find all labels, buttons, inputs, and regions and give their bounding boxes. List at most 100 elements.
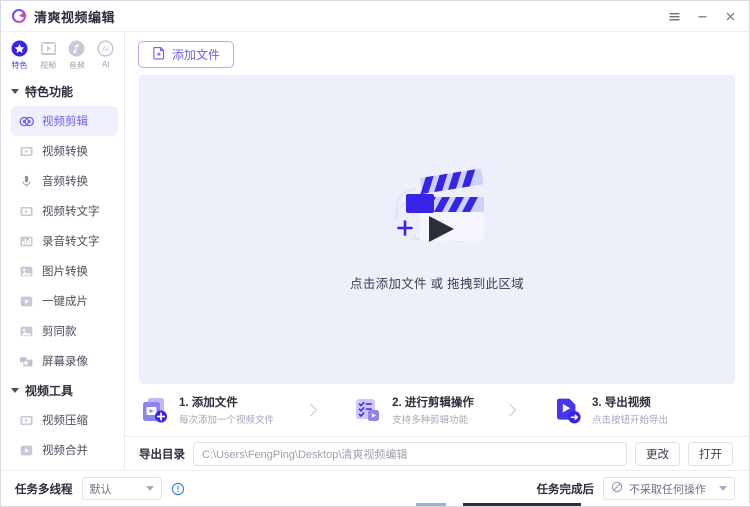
- step-export: 3. 导出视频 点击按钮开始导出: [552, 394, 668, 426]
- export-arrow-icon: [552, 395, 583, 426]
- open-directory-button[interactable]: 打开: [688, 441, 733, 466]
- sidebar-item-label: 音频转换: [42, 176, 88, 188]
- sidebar-item-video-compress[interactable]: 视频压缩: [11, 405, 118, 435]
- content-toolbar: 添加文件: [125, 32, 749, 75]
- thread-count-value: 默认: [89, 483, 112, 496]
- template-edit-icon: [19, 324, 34, 339]
- close-icon[interactable]: [717, 4, 743, 28]
- checklist-play-icon: [352, 395, 383, 426]
- main-body: 特色 视频 音频 Ai AI 特色功能 视频剪辑 视频转换 音频转换 视频转文字…: [1, 32, 749, 470]
- sidebar-nav: 特色功能 视频剪辑 视频转换 音频转换 视频转文字 录音转文字 图片转换 一键成…: [1, 77, 124, 470]
- content-area: 添加文件 点击添加文件 或 拖拽到此区域 1. 添加文件 每次添加一个视频文件 …: [125, 32, 749, 470]
- sliver-segment-b: [463, 503, 581, 506]
- category-tab-featured[interactable]: 特色: [5, 39, 33, 71]
- after-task-value: 不采取任何操作: [629, 483, 706, 496]
- chevron-right-icon: [474, 401, 552, 419]
- sidebar: 特色 视频 音频 Ai AI 特色功能 视频剪辑 视频转换 音频转换 视频转文字…: [1, 32, 125, 470]
- sidebar-item-video-merge[interactable]: 视频合并: [11, 435, 118, 465]
- file-dropzone[interactable]: 点击添加文件 或 拖拽到此区域: [139, 75, 735, 384]
- chevron-right-icon: [274, 401, 352, 419]
- sidebar-item-label: 剪同款: [42, 326, 77, 338]
- title-bar: 清爽视频编辑: [1, 1, 749, 32]
- step-text: 2. 进行剪辑操作 支持多种剪辑功能: [392, 394, 474, 426]
- add-document-icon: [152, 46, 166, 63]
- status-bar: 任务多线程 默认 任务完成后 不采取任何操作: [1, 470, 749, 506]
- image-convert-icon: [19, 264, 34, 279]
- sidebar-item-one-click-movie[interactable]: 一键成片: [11, 286, 118, 316]
- after-task-label: 任务完成后: [536, 483, 595, 496]
- step-title: 1. 添加文件: [179, 397, 238, 409]
- add-file-button-label: 添加文件: [172, 48, 221, 62]
- sidebar-group-header-video-tools[interactable]: 视频工具: [1, 376, 124, 405]
- sidebar-item-image-convert[interactable]: 图片转换: [11, 256, 118, 286]
- sidebar-item-template-edit[interactable]: 剪同款: [11, 316, 118, 346]
- svg-text:Ai: Ai: [102, 45, 109, 54]
- music-note-icon: [67, 39, 86, 58]
- step-subtitle: 支持多种剪辑功能: [392, 415, 469, 426]
- step-subtitle: 每次添加一个视频文件: [179, 415, 275, 426]
- sidebar-item-label: 录音转文字: [42, 236, 100, 248]
- window-controls: [661, 4, 743, 28]
- sidebar-item-video-to-text[interactable]: 视频转文字: [11, 196, 118, 226]
- category-tab-audio[interactable]: 音频: [63, 39, 91, 71]
- microphone-icon: [19, 174, 34, 189]
- step-title: 3. 导出视频: [591, 397, 651, 409]
- one-click-movie-icon: [19, 294, 34, 309]
- sidebar-group-header-featured[interactable]: 特色功能: [1, 77, 124, 106]
- app-logo-circle-icon: [11, 8, 27, 24]
- video-to-text-icon: [19, 204, 34, 219]
- caret-down-icon: [11, 89, 19, 94]
- sidebar-item-label: 图片转换: [42, 266, 88, 278]
- sidebar-item-audio-convert[interactable]: 音频转换: [11, 166, 118, 196]
- sidebar-item-audio-to-text[interactable]: 录音转文字: [11, 226, 118, 256]
- after-task-select[interactable]: 不采取任何操作: [603, 477, 735, 500]
- sidebar-item-label: 视频合并: [42, 445, 88, 457]
- step-subtitle: 点击按钮开始导出: [591, 415, 668, 426]
- category-tab-ai[interactable]: Ai AI: [92, 39, 120, 69]
- thread-count-select[interactable]: 默认: [81, 477, 162, 500]
- file-add-icon: [139, 395, 170, 426]
- sidebar-item-label: 一键成片: [42, 296, 88, 308]
- sidebar-item-label: 视频剪辑: [42, 116, 88, 128]
- video-convert-icon: [19, 144, 34, 159]
- sidebar-item-screen-record[interactable]: 屏幕录像: [11, 346, 118, 376]
- export-directory-row: 导出目录 C:\Users\FengPing\Desktop\清爽视频编辑 更改…: [125, 436, 749, 470]
- add-file-button[interactable]: 添加文件: [138, 41, 235, 68]
- category-tab-label: 特色: [11, 61, 28, 70]
- video-edit-icon: [19, 114, 34, 129]
- offscreen-taskbar-sliver: [1, 503, 750, 506]
- sidebar-item-label: 视频转文字: [42, 206, 100, 218]
- change-directory-button[interactable]: 更改: [635, 441, 680, 466]
- audio-to-text-icon: [19, 234, 34, 249]
- info-circle-icon[interactable]: [171, 482, 185, 496]
- video-compress-icon: [19, 413, 34, 428]
- chevron-down-icon: [145, 486, 154, 491]
- dropzone-hint: 点击添加文件 或 拖拽到此区域: [350, 277, 524, 291]
- category-tab-label: 视频: [40, 61, 57, 70]
- chevron-down-icon: [719, 486, 727, 491]
- sidebar-group-title: 视频工具: [25, 384, 74, 398]
- export-path-input[interactable]: C:\Users\FengPing\Desktop\清爽视频编辑: [193, 441, 627, 466]
- sidebar-group-title: 特色功能: [25, 85, 74, 99]
- sidebar-item-video-edit[interactable]: 视频剪辑: [11, 106, 118, 136]
- screen-record-icon: [19, 354, 34, 369]
- sidebar-item-video-convert[interactable]: 视频转换: [11, 136, 118, 166]
- menu-icon[interactable]: [661, 4, 687, 28]
- category-tab-label: AI: [101, 60, 110, 69]
- sidebar-item-label: 视频转换: [42, 146, 88, 158]
- thread-count-label: 任务多线程: [15, 483, 73, 496]
- star-badge-icon: [10, 39, 29, 58]
- film-strip-icon: [39, 39, 58, 58]
- step-add-file: 1. 添加文件 每次添加一个视频文件: [139, 394, 274, 426]
- step-text: 3. 导出视频 点击按钮开始导出: [592, 394, 668, 426]
- step-edit: 2. 进行剪辑操作 支持多种剪辑功能: [352, 394, 474, 426]
- step-text: 1. 添加文件 每次添加一个视频文件: [179, 394, 274, 426]
- video-merge-icon: [19, 443, 34, 458]
- category-tab-video[interactable]: 视频: [34, 39, 62, 71]
- sidebar-item-label: 视频压缩: [42, 415, 88, 427]
- minimize-icon[interactable]: [689, 4, 715, 28]
- app-title: 清爽视频编辑: [34, 9, 116, 25]
- sidebar-item-label: 屏幕录像: [42, 356, 88, 368]
- sliver-segment-a: [416, 503, 446, 506]
- category-tab-label: 音频: [68, 61, 85, 70]
